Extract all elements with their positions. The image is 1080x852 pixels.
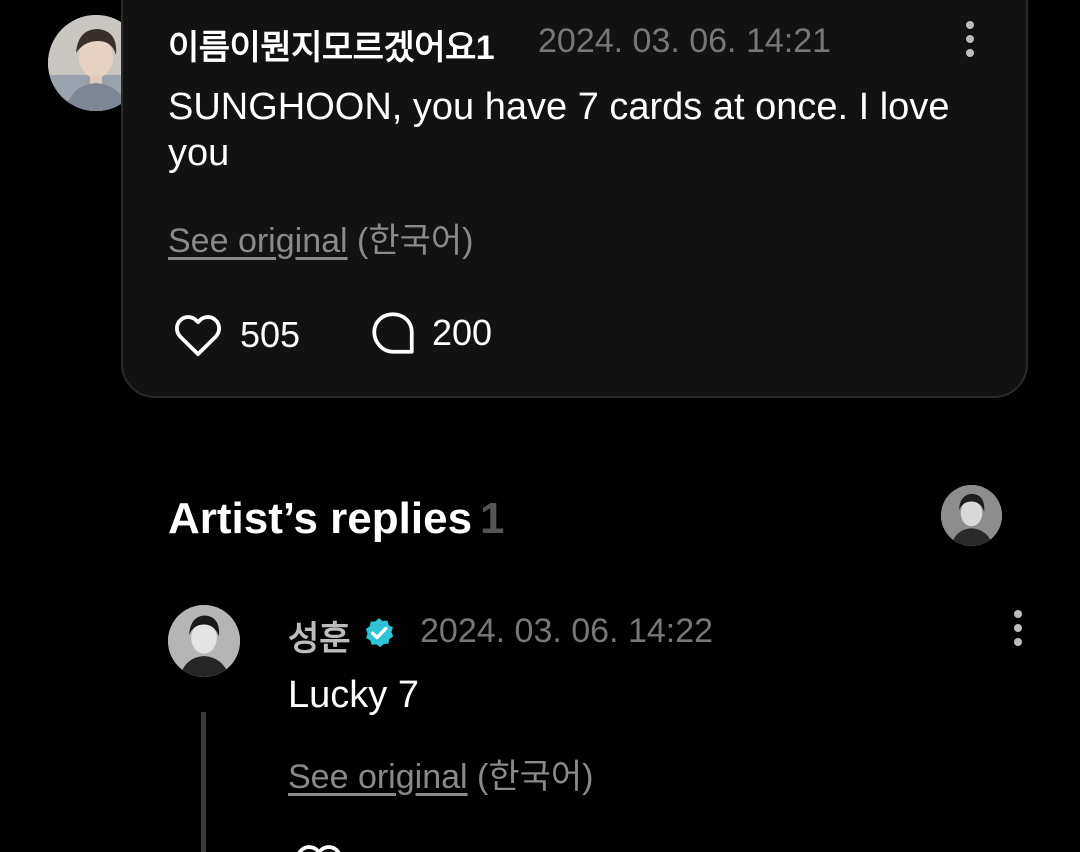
reply-see-original-link[interactable]: See original: [288, 758, 468, 796]
verified-badge-icon: [365, 618, 394, 648]
artist-avatar-image: [168, 605, 240, 677]
commenter-username[interactable]: 이름이뭔지모르겠어요1: [168, 20, 495, 69]
artist-thumbnail-avatar[interactable]: [941, 485, 1002, 546]
reply-original-language: (한국어): [477, 758, 594, 796]
like-button[interactable]: 505: [170, 308, 300, 362]
see-original-link[interactable]: See original: [168, 222, 348, 260]
comment-timestamp: 2024. 03. 06. 14:21: [538, 22, 832, 60]
original-language: (한국어): [357, 222, 474, 260]
reply-timestamp: 2024. 03. 06. 14:22: [420, 612, 714, 650]
comment-text: SUNGHOON, you have 7 cards at once. I lo…: [168, 86, 950, 174]
reply-text: Lucky 7: [288, 674, 419, 716]
see-original-row: See original (한국어): [168, 213, 474, 262]
artist-replies-title: Artist’s replies: [168, 494, 473, 543]
artist-replies-header: Artist’s replies 1: [168, 494, 505, 544]
reply-more-vertical-icon[interactable]: [1003, 606, 1033, 650]
reply-count: 200: [432, 312, 493, 353]
screen: 이름이뭔지모르겠어요1 2024. 03. 06. 14:21 SUNGHOON…: [0, 0, 1080, 852]
artist-thumbnail-image: [941, 485, 1002, 546]
artist-name[interactable]: 성훈: [288, 611, 351, 660]
comment-count-button[interactable]: 200: [368, 308, 492, 358]
comment-bubble-icon: [372, 312, 414, 354]
reply-see-original-row: See original (한국어): [288, 749, 594, 798]
heart-icon: [175, 315, 221, 357]
like-count: 505: [240, 314, 301, 355]
artist-replies-count: 1: [480, 494, 505, 543]
reply-heart-icon[interactable]: [290, 838, 348, 852]
artist-avatar[interactable]: [168, 605, 240, 677]
thread-line: [201, 712, 206, 852]
more-vertical-icon[interactable]: [955, 17, 985, 61]
